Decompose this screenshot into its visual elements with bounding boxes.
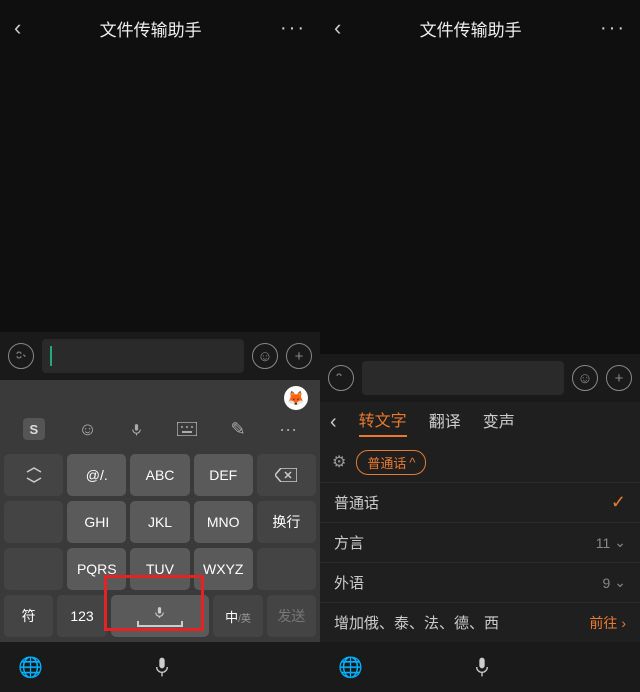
sogou-logo-icon[interactable]: S: [23, 418, 45, 440]
voice-icon[interactable]: [8, 343, 34, 369]
lang-label: 增加俄、泰、法、德、西: [334, 612, 499, 633]
message-input-row: ☺ +: [0, 332, 320, 380]
message-input-row: ☺ +: [320, 354, 640, 402]
lang-count: 11: [596, 535, 611, 551]
mic-toolbar-icon[interactable]: [130, 423, 143, 436]
kb-key-back[interactable]: [4, 501, 63, 543]
kb-key-lang[interactable]: 中/英: [213, 595, 262, 637]
lang-label: 普通话: [334, 492, 379, 513]
highlight-box-space: [104, 575, 204, 631]
settings-row: ⚙ 普通话^: [320, 442, 640, 482]
kb-key-def[interactable]: DEF: [194, 454, 253, 496]
kb-key-abc[interactable]: ABC: [130, 454, 189, 496]
chevron-up-icon: ^: [409, 455, 415, 470]
mic-button[interactable]: [142, 647, 182, 687]
emoji-icon[interactable]: ☺: [252, 343, 278, 369]
text-cursor: [50, 346, 52, 366]
text-input[interactable]: [362, 361, 564, 395]
backspace-icon: [275, 468, 297, 482]
globe-icon[interactable]: 🌐: [338, 655, 363, 680]
bottom-bar: 🌐: [0, 642, 320, 692]
chat-area: [0, 56, 320, 332]
voice-icon[interactable]: [328, 365, 354, 391]
emoji-toolbar-icon[interactable]: ☺: [78, 419, 96, 440]
text-input[interactable]: [42, 339, 244, 373]
chevron-down-icon: ⌄: [614, 574, 626, 591]
chat-header: ‹ 文件传输助手 ···: [320, 0, 640, 56]
gear-icon[interactable]: ⚙: [332, 452, 346, 472]
kb-key-ghi[interactable]: GHI: [67, 501, 126, 543]
more-icon[interactable]: ···: [280, 17, 306, 40]
kb-key-send[interactable]: 发送: [267, 595, 316, 637]
kb-key-blank[interactable]: [4, 548, 63, 590]
chat-area: [320, 56, 640, 354]
globe-icon[interactable]: 🌐: [18, 655, 43, 680]
plus-icon[interactable]: +: [286, 343, 312, 369]
back-icon[interactable]: ‹: [334, 15, 341, 41]
chevron-down-icon: ⌄: [614, 534, 626, 551]
kb-key-toggle[interactable]: [4, 454, 63, 496]
tab-to-text[interactable]: 转文字: [359, 407, 407, 437]
lang-count: 9: [602, 575, 610, 591]
mic-button[interactable]: [462, 647, 502, 687]
language-list: 普通话✓方言11⌄外语9⌄增加俄、泰、法、德、西前往 ›: [320, 482, 640, 642]
tabs-back-icon[interactable]: ‹: [330, 411, 337, 434]
mascot-icon[interactable]: 🦊: [284, 386, 308, 410]
voice-tabs: ‹ 转文字 翻译 变声: [320, 402, 640, 442]
lang-row[interactable]: 方言 11⌄: [320, 522, 640, 562]
lang-row[interactable]: 增加俄、泰、法、德、西 前往 ›: [320, 602, 640, 642]
bottom-bar: 🌐: [320, 642, 640, 692]
tab-voice-change[interactable]: 变声: [483, 408, 515, 436]
left-screenshot: ‹ 文件传输助手 ··· ☺ + 🦊 S ☺ ✎ ··· @/.ABC: [0, 0, 320, 692]
toggle-icon: [24, 466, 44, 484]
kb-key-jkl[interactable]: JKL: [130, 501, 189, 543]
keyboard-toolbar-icon[interactable]: [177, 422, 197, 436]
kb-key-mno[interactable]: MNO: [194, 501, 253, 543]
right-screenshot: ‹ 文件传输助手 ··· ☺ + ‹ 转文字 翻译 变声 ⚙ 普通话^ 普通话 ✓…: [320, 0, 640, 692]
tab-translate[interactable]: 翻译: [429, 408, 461, 436]
check-icon: ✓: [611, 492, 626, 513]
emoji-icon[interactable]: ☺: [572, 365, 598, 391]
chat-title: 文件传输助手: [100, 16, 202, 41]
more-toolbar-icon[interactable]: ···: [279, 419, 297, 440]
chevron-right-icon: ›: [621, 615, 626, 631]
kb-toolbar: S ☺ ✎ ···: [0, 410, 320, 448]
goto-link[interactable]: 前往: [589, 613, 617, 633]
plus-icon[interactable]: +: [606, 365, 632, 391]
chat-header: ‹ 文件传输助手 ···: [0, 0, 320, 56]
handwriting-icon[interactable]: ✎: [230, 419, 245, 440]
chat-title: 文件传输助手: [420, 16, 522, 41]
lang-label: 外语: [334, 572, 364, 593]
kb-key-newline[interactable]: 换行: [257, 501, 316, 543]
kb-key-backspace[interactable]: [257, 454, 316, 496]
kb-key-blank2[interactable]: [257, 548, 316, 590]
more-icon[interactable]: ···: [600, 17, 626, 40]
lang-row[interactable]: 外语 9⌄: [320, 562, 640, 602]
lang-label: 方言: [334, 532, 364, 553]
kb-key-at[interactable]: @/.: [67, 454, 126, 496]
back-icon[interactable]: ‹: [14, 15, 21, 41]
kb-key-symbols[interactable]: 符: [4, 595, 53, 637]
kb-key-numbers[interactable]: 123: [57, 595, 106, 637]
language-pill[interactable]: 普通话^: [356, 450, 426, 475]
lang-row[interactable]: 普通话 ✓: [320, 482, 640, 522]
